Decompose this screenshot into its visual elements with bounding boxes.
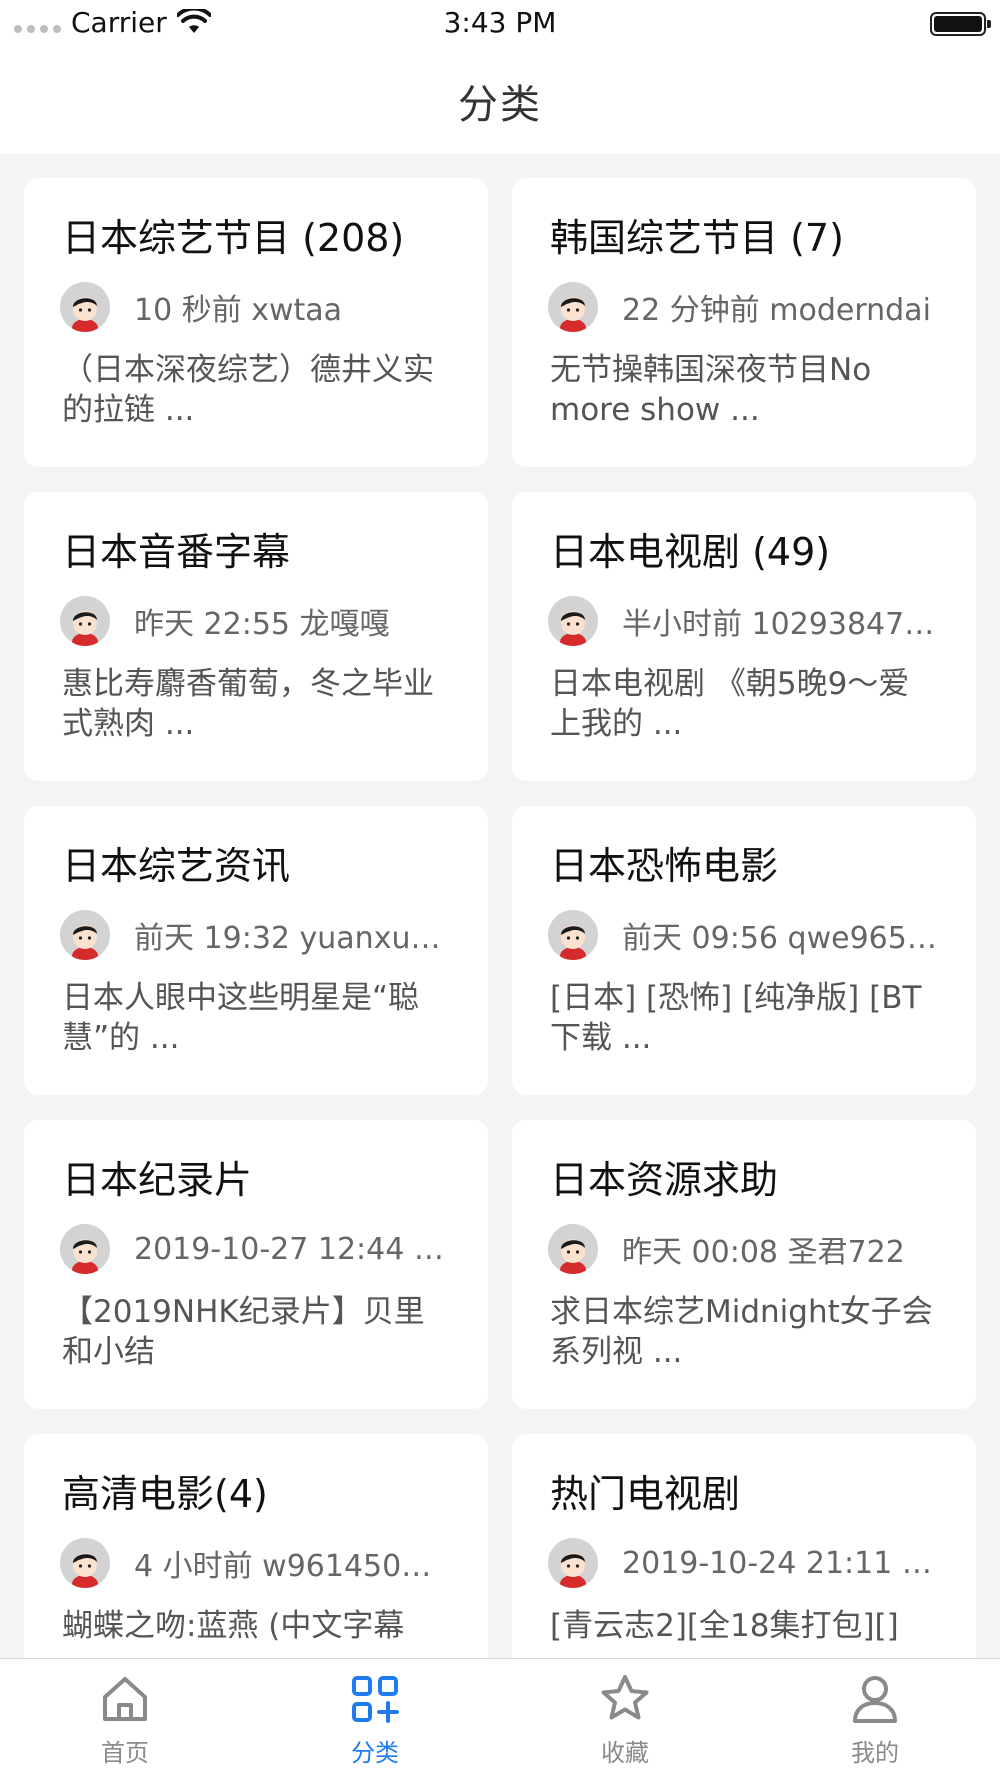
category-meta: 22 分钟前 moderndai — [548, 282, 938, 332]
tab-label-home: 首页 — [101, 1739, 149, 1767]
category-title: 高清电影(4) — [62, 1472, 268, 1516]
latest-post-title: 求日本综艺Midnight女子会系列视 ... — [550, 1294, 933, 1370]
category-card[interactable]: 日本资源求助昨天 00:08 圣君722 求日本综艺Midnight女子会系列视 … — [512, 1120, 976, 1409]
category-title: 日本纪录片 — [62, 1158, 253, 1202]
category-title: 韩国综艺节目 (7) — [550, 216, 844, 260]
category-meta: 10 秒前 xwtaa — [60, 282, 450, 332]
home-icon — [103, 1677, 147, 1721]
avatar — [548, 596, 598, 646]
category-title: 日本音番字幕 — [62, 530, 291, 574]
tab-label-profile: 我的 — [851, 1739, 899, 1767]
tab-profile[interactable]: 我的 — [750, 1659, 1000, 1778]
latest-post-info: 半小时前 102938475... — [622, 607, 938, 642]
star-icon — [601, 1675, 649, 1720]
latest-post-info: 昨天 00:08 圣君722 — [622, 1235, 905, 1270]
category-card[interactable]: 日本音番字幕昨天 22:55 龙嘎嘎惠比寿麝香葡萄，冬之毕业式熟肉 ... — [24, 492, 488, 781]
category-card[interactable]: 日本纪录片 2019-10-27 12:44 yu... 【2019NHK纪录片】贝… — [24, 1120, 488, 1409]
latest-post-title: 无节操韩国深夜节目No more show ... — [550, 352, 872, 428]
category-card[interactable]: 日本电视剧 (49) 半小时前 102938475... 日本电视剧 《朝5晚9～爱… — [512, 492, 976, 781]
category-title: 日本资源求助 — [550, 1158, 779, 1202]
tab-bar: 首页 分类 收藏 我的 — [0, 1658, 1000, 1778]
avatar — [60, 1224, 110, 1274]
page-title: 分类 — [458, 82, 542, 128]
category-meta: 2019-10-27 12:44 yu... — [60, 1224, 450, 1274]
category-card[interactable]: 高清电影(4) 4 小时前 w961450242 蝴蝶之吻:蓝燕 (中文字幕 — [24, 1434, 488, 1658]
tab-label-favorites: 收藏 — [601, 1739, 649, 1767]
status-time: 3:43 PM — [443, 6, 557, 39]
category-icon — [352, 1676, 399, 1723]
avatar — [60, 596, 110, 646]
latest-post-title: （日本深夜综艺）德井义实的拉链 ... — [62, 352, 434, 428]
status-bar: Carrier 3:43 PM — [0, 0, 1000, 48]
latest-post-title: [日本] [恐怖] [纯净版] [BT下载 ... — [550, 980, 922, 1056]
category-meta: 昨天 00:08 圣君722 — [548, 1224, 938, 1274]
avatar — [548, 1224, 598, 1274]
tab-category[interactable]: 分类 — [250, 1659, 500, 1778]
latest-post-info: 4 小时前 w961450242 — [134, 1549, 450, 1584]
category-meta: 前天 19:32 yuanxuebi... — [60, 910, 450, 960]
nav-bar: 分类 — [0, 48, 1000, 154]
category-meta: 昨天 22:55 龙嘎嘎 — [60, 596, 450, 646]
category-card[interactable]: 热门电视剧 2019-10-24 21:11 cai... [青云志2][全18集打… — [512, 1434, 976, 1658]
category-meta: 2019-10-24 21:11 cai... — [548, 1538, 938, 1588]
category-title: 日本综艺资讯 — [62, 844, 291, 888]
avatar — [60, 282, 110, 332]
latest-post-info: 22 分钟前 moderndai — [622, 293, 931, 328]
category-title: 热门电视剧 — [550, 1472, 741, 1516]
avatar — [548, 910, 598, 960]
category-card[interactable]: 日本综艺资讯前天 19:32 yuanxuebi... 日本人眼中这些明星是“聪慧… — [24, 806, 488, 1095]
avatar — [548, 282, 598, 332]
latest-post-info: 2019-10-27 12:44 yu... — [134, 1231, 450, 1267]
avatar — [60, 910, 110, 960]
category-meta: 4 小时前 w961450242 — [60, 1538, 450, 1588]
latest-post-info: 昨天 22:55 龙嘎嘎 — [134, 607, 390, 642]
tab-label-category: 分类 — [351, 1739, 399, 1767]
tab-home[interactable]: 首页 — [0, 1659, 250, 1778]
latest-post-info: 前天 09:56 qwe96555 — [622, 921, 938, 956]
user-icon — [853, 1676, 897, 1723]
latest-post-title: 日本人眼中这些明星是“聪慧”的 ... — [62, 980, 420, 1056]
category-meta: 前天 09:56 qwe96555 — [548, 910, 938, 960]
category-grid: 日本综艺节目 (208) 10 秒前 xwtaa （日本深夜综艺）德井义实的拉链 .… — [24, 178, 976, 1658]
category-card[interactable]: 韩国综艺节目 (7) 22 分钟前 moderndai 无节操韩国深夜节目No mo… — [512, 178, 976, 467]
tab-favorites[interactable]: 收藏 — [500, 1659, 750, 1778]
avatar — [60, 1538, 110, 1588]
latest-post-info: 前天 19:32 yuanxuebi... — [134, 921, 450, 956]
category-grid-inner: 日本综艺节目 (208) 10 秒前 xwtaa （日本深夜综艺）德井义实的拉链 .… — [24, 178, 976, 1658]
category-title: 日本恐怖电影 — [550, 844, 779, 888]
latest-post-title: 日本电视剧 《朝5晚9～爱上我的 ... — [550, 666, 910, 742]
category-title: 日本综艺节目 (208) — [62, 216, 405, 260]
latest-post-title: 蝴蝶之吻:蓝燕 (中文字幕 — [62, 1608, 405, 1644]
latest-post-title: [青云志2][全18集打包][] — [550, 1608, 899, 1644]
latest-post-title: 惠比寿麝香葡萄，冬之毕业式熟肉 ... — [62, 666, 434, 742]
latest-post-info: 10 秒前 xwtaa — [134, 293, 343, 328]
avatar — [548, 1538, 598, 1588]
latest-post-title: 【2019NHK纪录片】贝里和小结 — [62, 1294, 425, 1370]
category-meta: 半小时前 102938475... — [548, 596, 938, 646]
category-card[interactable]: 日本恐怖电影前天 09:56 qwe96555 [日本] [恐怖] [纯净版] [… — [512, 806, 976, 1095]
category-card[interactable]: 日本综艺节目 (208) 10 秒前 xwtaa （日本深夜综艺）德井义实的拉链 .… — [24, 178, 488, 467]
category-title: 日本电视剧 (49) — [550, 530, 831, 574]
battery-icon — [930, 12, 991, 36]
latest-post-info: 2019-10-24 21:11 cai... — [622, 1545, 938, 1581]
